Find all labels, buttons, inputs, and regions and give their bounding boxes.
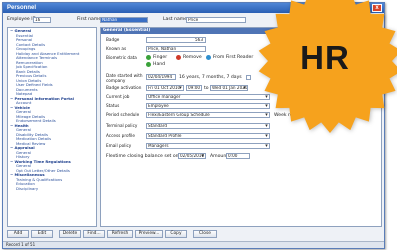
status-bar: Record 1 of 51	[3, 241, 384, 248]
terminal-policy-select[interactable]: Standard	[146, 123, 270, 129]
window-title: Personnel	[7, 5, 37, 11]
add-button[interactable]: Add	[7, 230, 29, 238]
find-button[interactable]: Find...	[83, 230, 105, 238]
tree-item[interactable]: Disciplinary	[10, 187, 94, 192]
employee-id-label: Employee ID	[7, 17, 37, 22]
finger-label: Finger	[153, 55, 168, 60]
access-profile-label: Access profile	[106, 133, 135, 138]
flextime-label: Flextime closing balance set on:	[106, 154, 181, 159]
period-schedule-select[interactable]: Flexi/Eastern Group Schedule	[146, 112, 270, 118]
flextime-date[interactable]: 02/05/2010	[178, 153, 206, 159]
amount-field[interactable]: 0:00	[226, 153, 250, 159]
finger-status-icon	[146, 55, 151, 60]
preview-button[interactable]: Preview...	[135, 230, 163, 238]
action-buttons: Add Edit Delete Find... Refresh Preview.…	[7, 230, 382, 239]
email-policy-select[interactable]: Managers	[146, 143, 270, 149]
badge-activation-label: Badge activation	[106, 85, 142, 90]
flextime-row: Flextime closing balance set on: 02/05/2…	[106, 153, 306, 161]
section-tree[interactable]: − General Essential Personal Contact Detail…	[7, 27, 97, 227]
edit-button[interactable]: Edit	[31, 230, 53, 238]
status-label: Status	[106, 103, 120, 108]
close-button[interactable]: Close	[193, 230, 217, 238]
period-schedule-label: Period schedule	[106, 112, 140, 117]
status-select[interactable]: Employee	[146, 103, 270, 109]
known-as-field[interactable]: Price, Nathan	[146, 46, 206, 52]
record-navigator-text: Record 1 of 51	[6, 242, 36, 247]
activation-from-date[interactable]: Fri 01 Oct 2010	[146, 85, 184, 91]
activation-to-label: to	[204, 86, 209, 91]
hr-badge-label: HR	[300, 39, 350, 76]
activation-to-date[interactable]: Wed 01 Jan 2020	[210, 85, 248, 91]
date-started-field[interactable]: 02/04/1994	[146, 74, 176, 80]
first-name-field[interactable]: Nathan	[100, 17, 148, 23]
hand-status-icon	[146, 62, 151, 67]
copy-button[interactable]: Copy	[165, 230, 187, 238]
current-job-select[interactable]: Office manager	[146, 94, 270, 100]
last-name-field[interactable]: Price	[186, 17, 246, 23]
current-job-label: Current job	[106, 94, 130, 99]
first-name-label: First name	[77, 17, 102, 22]
from-first-reader-label[interactable]: From First Reader	[213, 55, 253, 60]
email-policy-row: Email policy Managers	[106, 143, 306, 151]
email-policy-label: Email policy	[106, 143, 132, 148]
service-length-text: 16 years, 7 months, 7 days	[179, 75, 242, 80]
refresh-button[interactable]: Refresh	[107, 230, 133, 238]
date-started-label: Date started with company	[106, 73, 143, 83]
terminal-policy-label: Terminal policy	[106, 123, 138, 128]
last-name-label: Last name	[163, 17, 188, 22]
hand-label: Hand	[153, 62, 166, 67]
delete-button[interactable]: Delete	[59, 230, 81, 238]
remove-icon[interactable]	[176, 55, 181, 60]
employee-id-field[interactable]: 16	[33, 17, 51, 23]
activation-from-time[interactable]: 09:00	[186, 85, 202, 91]
remove-label[interactable]: Remove	[183, 55, 202, 60]
badge-label: Badge	[106, 37, 120, 42]
access-profile-select[interactable]: Standard Profile	[146, 133, 270, 139]
biometric-label: Biometric data	[106, 55, 137, 60]
badge-field[interactable]: 563	[146, 37, 206, 43]
known-as-label: Known as	[106, 46, 127, 51]
reader-icon[interactable]	[206, 55, 211, 60]
